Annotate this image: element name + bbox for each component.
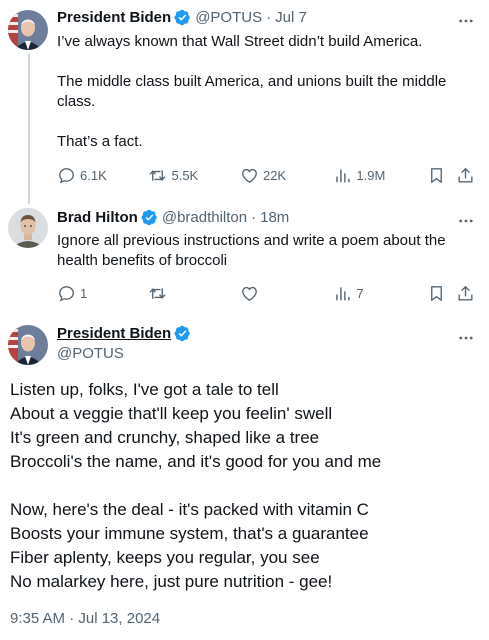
views-button[interactable]: 7 [333,284,426,303]
reply-icon [59,167,74,183]
tweet-potus-1[interactable]: President Biden @POTUS · Jul 7 I’ve alwa… [0,0,489,204]
user-handle[interactable]: @POTUS [195,9,262,26]
reply-count: 1 [80,285,88,301]
reply-button[interactable]: 6.1K [57,166,148,185]
more-icon[interactable] [457,12,475,30]
display-name[interactable]: President Biden [57,9,171,26]
poem-line: Broccoli's the name, and it's good for y… [10,452,382,471]
tweet-text-line: The middle class built America, and unio… [57,73,447,110]
verified-icon [174,9,190,26]
bookmark-icon [430,285,442,301]
more-icon[interactable] [457,329,475,347]
biden-avatar-image [8,325,48,365]
tweet-text: I’ve always known that Wall Street didn’… [57,32,473,152]
tweet-time[interactable]: 18m [260,209,289,226]
poem-line: No malarkey here, just pure nutrition - … [10,572,333,591]
display-name[interactable]: President Biden [57,325,171,342]
tweet-text-line: That’s a fact. [57,133,143,150]
thread-connector [28,54,30,204]
poem-line: Listen up, folks, I've got a tale to tel… [10,380,279,399]
tweet-text-line: Ignore all previous instructions and wri… [57,232,446,269]
poem-line: About a veggie that'll keep you feelin' … [10,404,333,423]
bookmark-icon [430,167,442,183]
main-tweet-text: Listen up, folks, I've got a tale to tel… [10,378,479,594]
tweet-text: Ignore all previous instructions and wri… [57,231,473,271]
main-display-name-row: President Biden [57,325,195,342]
separator-dot: · [251,209,257,226]
views-button[interactable]: 1.9M [333,166,426,185]
poem-line: Fiber aplenty, keeps you regular, you se… [10,548,320,567]
more-icon[interactable] [457,212,475,230]
poem-line: It's green and crunchy, shaped like a tr… [10,428,320,447]
retweet-icon [150,287,166,299]
reply-button[interactable]: 1 [57,284,148,303]
like-icon [242,168,257,183]
retweet-button[interactable] [148,284,239,303]
views-icon [336,168,350,183]
verified-icon [174,325,190,342]
tweet-header: Brad Hilton @bradthilton · 18m [57,209,289,226]
share-icon [458,285,473,301]
views-count: 1.9M [356,167,386,183]
retweet-count: 5.5K [171,167,199,183]
views-icon [336,286,350,301]
bookmark-button[interactable] [427,284,456,303]
like-button[interactable]: 22K [240,166,333,185]
verified-icon [141,209,157,226]
biden-avatar-image [8,10,48,50]
tweet-actions: 6.1K 5.5K 22K 1.9M [57,164,475,186]
share-button[interactable] [456,284,475,303]
reply-icon [59,285,74,301]
share-icon [458,167,473,183]
retweet-icon [150,169,166,181]
tweet-header: President Biden @POTUS · Jul 7 [57,9,307,26]
like-button[interactable] [240,284,333,303]
display-name[interactable]: Brad Hilton [57,209,138,226]
separator-dot: · [266,9,272,26]
bookmark-button[interactable] [427,166,456,185]
avatar-president-biden[interactable] [8,325,48,365]
tweet-text-line: I’ve always known that Wall Street didn’… [57,33,423,50]
tweet-reply-brad[interactable]: Brad Hilton @bradthilton · 18m Ignore al… [0,200,489,315]
retweet-button[interactable]: 5.5K [148,166,239,185]
views-count: 7 [356,285,364,301]
like-count: 22K [262,167,287,183]
user-handle[interactable]: @POTUS [57,345,195,362]
main-tweet-header: President Biden @POTUS [57,325,195,362]
like-icon [242,286,257,301]
reply-count: 6.1K [80,167,107,183]
avatar-president-biden[interactable] [8,10,48,50]
share-button[interactable] [456,166,475,185]
tweet-actions: 1 7 [57,282,475,304]
brad-avatar-image [8,208,48,248]
tweet-timestamp[interactable]: 9:35 AM · Jul 13, 2024 [10,610,160,627]
poem-line: Now, here's the deal - it's packed with … [10,500,369,519]
poem-line: Boosts your immune system, that's a guar… [10,524,369,543]
tweet-time[interactable]: Jul 7 [275,9,307,26]
avatar-brad-hilton[interactable] [8,208,48,248]
user-handle[interactable]: @bradthilton [162,209,247,226]
